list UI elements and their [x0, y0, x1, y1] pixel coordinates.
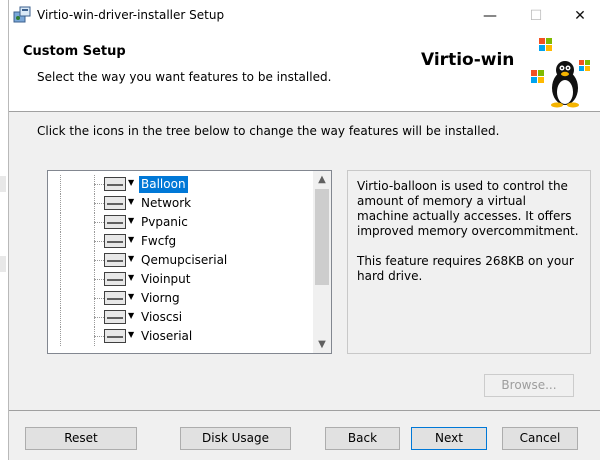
tree-guide-line	[94, 260, 104, 261]
desktop-item	[0, 256, 6, 272]
feature-tree[interactable]: ▼ Balloon ▼ Network ▼ Pvpanic ▼ Fwcfg ▼ Qemupcise…	[47, 170, 332, 354]
tree-guide-line	[60, 270, 61, 289]
drive-icon[interactable]	[104, 234, 126, 248]
tree-guide-line	[60, 213, 61, 232]
dropdown-arrow-icon[interactable]: ▼	[128, 254, 134, 263]
dropdown-arrow-icon[interactable]: ▼	[128, 197, 134, 206]
minimize-button[interactable]: —	[467, 0, 513, 32]
next-button[interactable]: Next	[411, 427, 487, 450]
tree-guide-line	[94, 336, 104, 337]
tree-item[interactable]: ▼ Viorng	[48, 289, 308, 308]
tree-guide-line	[94, 241, 104, 242]
cancel-button[interactable]: Cancel	[502, 427, 578, 450]
tree-guide-line	[94, 184, 104, 185]
installer-window: Virtio-win-driver-installer Setup — ☐ ✕ …	[8, 0, 600, 460]
reset-button[interactable]: Reset	[25, 427, 137, 450]
tree-item-label[interactable]: Vioinput	[139, 271, 193, 288]
back-button[interactable]: Back	[325, 427, 400, 450]
dropdown-arrow-icon[interactable]: ▼	[128, 330, 134, 339]
tree-item[interactable]: ▼ Vioserial	[48, 327, 308, 346]
disk-usage-button[interactable]: Disk Usage	[180, 427, 291, 450]
tree-item-label[interactable]: Pvpanic	[139, 214, 190, 231]
drive-icon[interactable]	[104, 177, 126, 191]
tree-guide-line	[60, 308, 61, 327]
tree-guide-line	[60, 194, 61, 213]
tree-item[interactable]: ▼ Vioscsi	[48, 308, 308, 327]
desktop-background	[0, 0, 8, 460]
drive-icon[interactable]	[104, 253, 126, 267]
tree-item-label[interactable]: Vioserial	[139, 328, 194, 345]
tree-item[interactable]: ▼ Network	[48, 194, 308, 213]
tree-guide-line	[60, 289, 61, 308]
page-title: Custom Setup	[23, 44, 126, 59]
drive-icon[interactable]	[104, 196, 126, 210]
page-subtitle: Select the way you want features to be i…	[37, 70, 332, 84]
browse-button[interactable]: Browse...	[484, 374, 574, 397]
dropdown-arrow-icon[interactable]: ▼	[128, 311, 134, 320]
feature-description: Virtio-balloon is used to control the am…	[357, 179, 579, 238]
tree-item[interactable]: ▼ Balloon	[48, 175, 308, 194]
tree-item[interactable]: ▼ Fwcfg	[48, 232, 308, 251]
maximize-button[interactable]: ☐	[513, 0, 559, 32]
virtio-win-logo	[531, 38, 590, 108]
dropdown-arrow-icon[interactable]: ▼	[128, 292, 134, 301]
instructions-text: Click the icons in the tree below to cha…	[37, 124, 500, 138]
feature-size-note: This feature requires 268KB on your hard…	[357, 254, 574, 283]
tree-guide-line	[94, 317, 104, 318]
tree-item-label[interactable]: Viorng	[139, 290, 182, 307]
tree-item[interactable]: ▼ Pvpanic	[48, 213, 308, 232]
footer-divider	[9, 410, 600, 411]
drive-icon[interactable]	[104, 215, 126, 229]
tree-guide-line	[94, 222, 104, 223]
drive-icon[interactable]	[104, 329, 126, 343]
window-title: Virtio-win-driver-installer Setup	[37, 8, 225, 22]
scroll-up-arrow-icon[interactable]: ▲	[313, 171, 331, 188]
dropdown-arrow-icon[interactable]: ▼	[128, 273, 134, 282]
close-button[interactable]: ✕	[557, 0, 600, 32]
scroll-down-arrow-icon[interactable]: ▼	[313, 336, 331, 353]
tree-item[interactable]: ▼ Vioinput	[48, 270, 308, 289]
tree-guide-line	[94, 298, 104, 299]
brand-name: Virtio-win	[421, 50, 515, 70]
tree-guide-line	[94, 279, 104, 280]
dropdown-arrow-icon[interactable]: ▼	[128, 235, 134, 244]
tree-guide-line	[94, 203, 104, 204]
tree-item-label[interactable]: Qemupciserial	[139, 252, 229, 269]
installer-app-icon	[13, 6, 31, 23]
dropdown-arrow-icon[interactable]: ▼	[128, 216, 134, 225]
tree-guide-line	[60, 327, 61, 346]
drive-icon[interactable]	[104, 310, 126, 324]
header-banner: Custom Setup Select the way you want fea…	[9, 32, 600, 112]
tree-item-label[interactable]: Fwcfg	[139, 233, 178, 250]
tree-guide-line	[60, 175, 61, 194]
drive-icon[interactable]	[104, 291, 126, 305]
tree-item-label[interactable]: Vioscsi	[139, 309, 184, 326]
dropdown-arrow-icon[interactable]: ▼	[128, 178, 134, 187]
drive-icon[interactable]	[104, 272, 126, 286]
tree-item-label[interactable]: Balloon	[139, 176, 188, 193]
tree-guide-line	[60, 232, 61, 251]
tree-item[interactable]: ▼ Qemupciserial	[48, 251, 308, 270]
tree-guide-line	[60, 251, 61, 270]
scroll-thumb[interactable]	[315, 189, 329, 285]
tree-scrollbar[interactable]: ▲ ▼	[313, 171, 331, 353]
tree-item-label[interactable]: Network	[139, 195, 193, 212]
title-bar[interactable]: Virtio-win-driver-installer Setup — ☐ ✕	[9, 0, 600, 32]
feature-description-panel: Virtio-balloon is used to control the am…	[347, 170, 591, 354]
desktop-item	[0, 176, 6, 192]
